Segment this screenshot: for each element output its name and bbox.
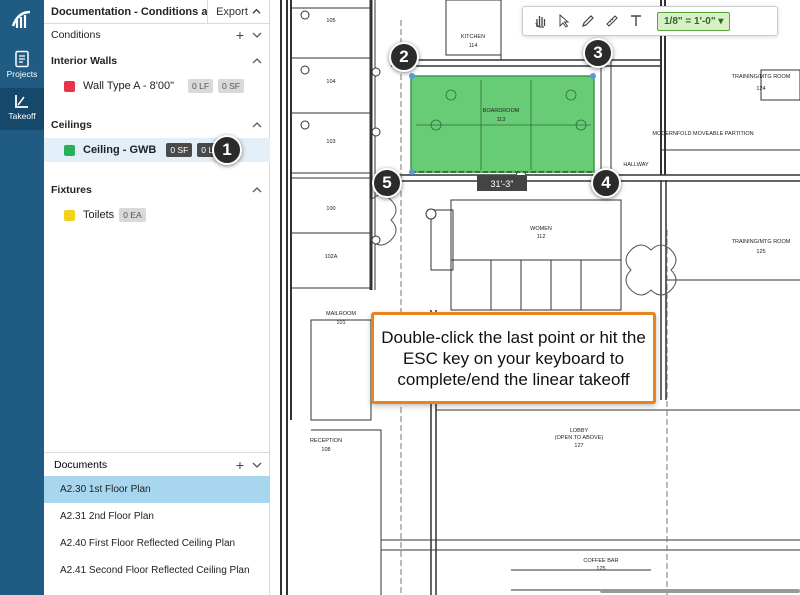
- scale-dropdown[interactable]: 1/8" = 1'-0" ▾: [657, 11, 731, 31]
- floor-plan-drawing: 31'-3" 105 104 103 102A 100 KITCHEN 114 …: [280, 0, 800, 595]
- room-label: 125: [596, 566, 605, 572]
- room-label: COFFEE BAR: [583, 558, 618, 564]
- room-label: 114: [469, 43, 478, 49]
- documents-header: Documents +: [44, 452, 270, 476]
- horizontal-scrollbar[interactable]: [600, 589, 800, 593]
- pan-hand-icon[interactable]: [533, 14, 547, 28]
- select-pointer-icon[interactable]: [557, 14, 571, 28]
- panel-header: Documentation - Conditions an... Export: [44, 0, 269, 24]
- room-label: 104: [326, 79, 335, 85]
- step-marker-3: 3: [583, 38, 613, 68]
- condition-toilets[interactable]: Toilets 0 EA: [44, 205, 270, 225]
- conditions-header: Conditions +: [44, 26, 270, 44]
- condition-name: Ceiling - GWB: [83, 144, 157, 156]
- panel-title: Documentation - Conditions an...: [51, 5, 207, 18]
- rail-takeoff[interactable]: Takeoff: [0, 88, 44, 130]
- quantity-badge: 0 SF: [218, 79, 244, 93]
- dimension-label: 31'-3": [491, 179, 514, 189]
- group-title: Fixtures: [51, 184, 92, 196]
- measure-ruler-icon[interactable]: [605, 14, 619, 28]
- text-tool-icon[interactable]: [629, 14, 643, 28]
- room-label: TRAINING/MTG ROOM: [732, 239, 791, 245]
- quantity-badge: 0 SF: [166, 143, 193, 157]
- document-item[interactable]: A2.40 First Floor Reflected Ceiling Plan: [44, 530, 270, 557]
- room-label: 124: [756, 86, 765, 92]
- add-document-button[interactable]: +: [236, 457, 244, 473]
- documents-label: Documents: [54, 458, 108, 471]
- step-marker-4: 4: [591, 168, 621, 198]
- room-label: WOMEN: [530, 226, 552, 232]
- step-marker-5: 5: [372, 168, 402, 198]
- room-label: 103: [326, 139, 335, 145]
- area-swatch-icon: [64, 144, 75, 156]
- room-label: HALLWAY: [623, 162, 649, 168]
- room-label: (OPEN TO ABOVE): [555, 435, 604, 441]
- rail-takeoff-label: Takeoff: [8, 111, 36, 121]
- chevron-up-icon[interactable]: [252, 185, 262, 195]
- drawing-canvas[interactable]: 31'-3" 105 104 103 102A 100 KITCHEN 114 …: [271, 0, 800, 595]
- condition-name: Wall Type A - 8'00": [83, 80, 174, 92]
- document-item[interactable]: A2.41 Second Floor Reflected Ceiling Pla…: [44, 557, 270, 584]
- boardroom-area-highlight: [410, 75, 595, 173]
- document-item[interactable]: A2.30 1st Floor Plan: [44, 476, 270, 503]
- export-label: Export: [216, 5, 248, 18]
- room-label: KITCHEN: [461, 34, 485, 40]
- count-swatch-icon: [64, 209, 75, 221]
- room-label: BOARDROOM: [483, 108, 520, 114]
- export-button[interactable]: Export: [207, 0, 269, 24]
- room-label: 101: [336, 320, 345, 326]
- step-marker-2: 2: [389, 42, 419, 72]
- quantity-badge: 0 LF: [188, 79, 214, 93]
- scale-value: 1/8" = 1'-0": [664, 15, 716, 27]
- add-condition-button[interactable]: +: [236, 27, 244, 43]
- group-title: Interior Walls: [51, 55, 118, 67]
- rail-projects-label: Projects: [6, 69, 38, 79]
- condition-name: Toilets: [83, 209, 115, 221]
- wall-swatch-icon: [64, 80, 75, 92]
- group-title: Ceilings: [51, 119, 92, 131]
- group-ceilings[interactable]: Ceilings: [44, 117, 270, 133]
- room-label: 112: [537, 234, 546, 240]
- group-interior-walls[interactable]: Interior Walls: [44, 53, 270, 69]
- room-label: LOBBY: [570, 428, 589, 434]
- instruction-callout: Double-click the last point or hit the E…: [371, 312, 656, 404]
- step-marker-1: 1: [212, 135, 242, 165]
- room-label: MAILROOM: [326, 311, 356, 317]
- chevron-down-icon[interactable]: [252, 460, 262, 470]
- draw-pen-icon[interactable]: [581, 14, 595, 28]
- chevron-up-icon[interactable]: [252, 120, 262, 130]
- app-logo-icon[interactable]: [8, 6, 36, 34]
- condition-wall-type-a[interactable]: Wall Type A - 8'00" 0 LF 0 SF: [44, 76, 270, 96]
- quantity-badge: 0 EA: [119, 208, 146, 222]
- group-fixtures[interactable]: Fixtures: [44, 182, 270, 198]
- dropdown-caret-icon: ▾: [718, 15, 724, 27]
- left-rail: Projects Takeoff: [0, 0, 44, 595]
- room-label: 100: [326, 206, 335, 212]
- chevron-up-icon[interactable]: [252, 56, 262, 66]
- room-label: 105: [326, 18, 335, 24]
- document-item[interactable]: A2.31 2nd Floor Plan: [44, 503, 270, 530]
- conditions-panel: Documentation - Conditions an... Export …: [44, 0, 270, 595]
- room-label: MODERNFOLD MOVEABLE PARTITION: [652, 131, 753, 137]
- chevron-up-icon: [252, 8, 261, 14]
- room-label: 113: [497, 117, 506, 123]
- room-label: 127: [574, 443, 583, 449]
- room-label: 125: [756, 249, 765, 255]
- room-label: 102A: [325, 254, 338, 260]
- room-label: RECEPTION: [310, 438, 342, 444]
- room-label: 108: [321, 447, 330, 453]
- takeoff-icon: [15, 95, 28, 108]
- rail-projects[interactable]: Projects: [0, 46, 44, 88]
- document-icon: [15, 50, 29, 68]
- chevron-down-icon[interactable]: [252, 30, 262, 40]
- room-label: TRAINING/MTG ROOM: [732, 74, 791, 80]
- conditions-label: Conditions: [51, 29, 101, 41]
- drawing-toolbar: 1/8" = 1'-0" ▾: [522, 6, 778, 36]
